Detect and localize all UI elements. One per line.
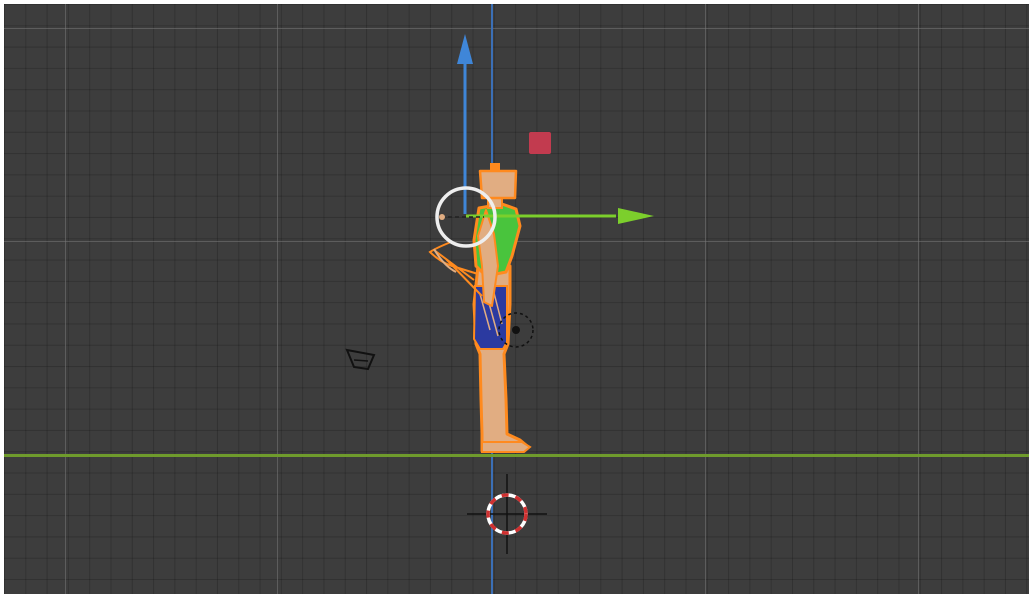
gizmo-z-arrowhead[interactable] bbox=[457, 34, 473, 64]
gizmo-y-arrowhead[interactable] bbox=[618, 208, 654, 224]
3d-cursor-icon[interactable] bbox=[467, 474, 547, 554]
gizmo-plane-handle[interactable] bbox=[529, 132, 551, 154]
camera-icon[interactable] bbox=[345, 348, 376, 371]
character-mesh[interactable] bbox=[428, 163, 532, 453]
scene-overlay bbox=[345, 34, 654, 554]
3d-viewport[interactable] bbox=[4, 4, 1029, 594]
